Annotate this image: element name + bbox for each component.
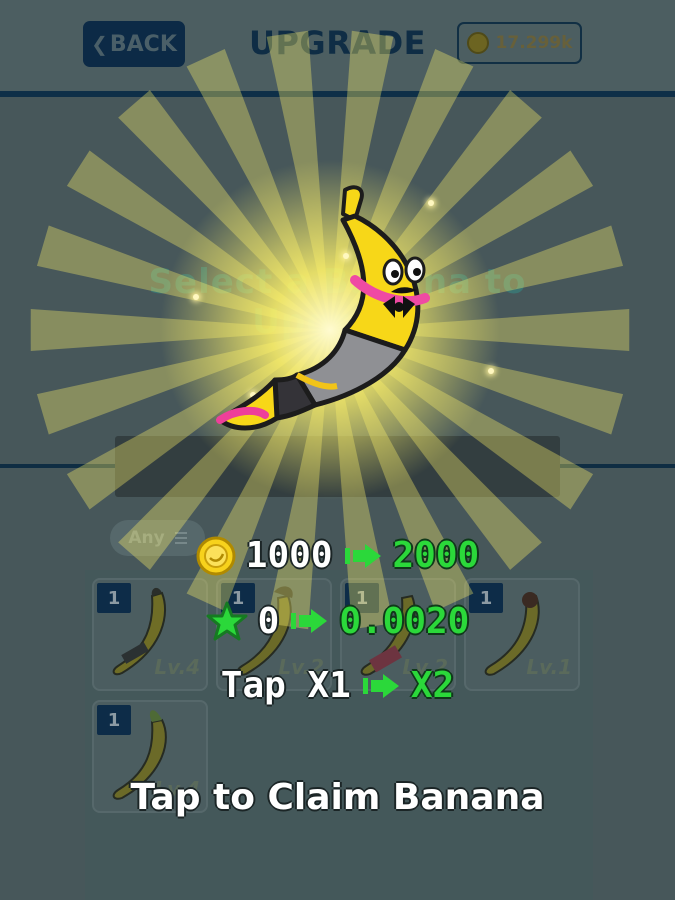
- upgraded-banana-character: [216, 185, 430, 431]
- claim-banana-button[interactable]: Tap to Claim Banana: [0, 777, 675, 818]
- star-icon: [206, 601, 248, 641]
- arrow-right-icon: [291, 609, 328, 633]
- coin-icon: [196, 536, 236, 575]
- coin-upgrade-row: 1000 2000: [0, 535, 675, 576]
- stars-upgraded: 0.0020: [339, 600, 470, 642]
- reward-glow-rays: [30, 30, 630, 630]
- tap-upgrade-row: Tap X1 X2: [0, 665, 675, 706]
- arrow-right-icon: [362, 673, 399, 698]
- sparkle: [193, 294, 199, 300]
- tap-upgraded: X2: [410, 665, 455, 706]
- tap-current: Tap X1: [220, 665, 351, 706]
- arrow-right-icon: [344, 543, 381, 568]
- coins-upgraded: 2000: [392, 535, 480, 576]
- star-upgrade-row: 0 0.0020: [0, 600, 675, 642]
- coins-current: 1000: [245, 535, 333, 576]
- sparkle: [488, 368, 494, 374]
- stars-current: 0: [257, 600, 280, 642]
